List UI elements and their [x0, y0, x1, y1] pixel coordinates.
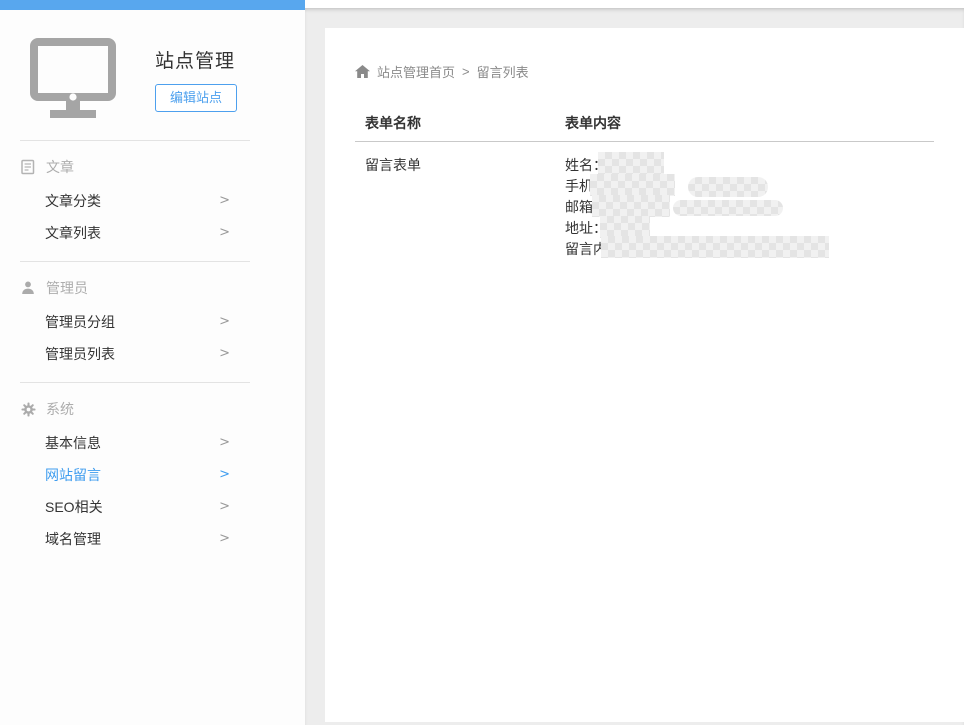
sidebar-item-label: 管理员列表 [45, 346, 115, 362]
content-line-message: 留言内 [565, 239, 934, 260]
sidebar-item-domain[interactable]: 域名管理 > [0, 523, 305, 555]
sidebar-divider [20, 140, 250, 141]
chevron-right-icon: > [219, 306, 230, 338]
sidebar-section-articles: 文章 [20, 155, 305, 179]
section-label: 管理员 [46, 278, 88, 298]
redacted-blob [598, 152, 664, 174]
sidebar-divider [20, 261, 250, 262]
home-icon [355, 65, 370, 78]
message-table: 表单名称 表单内容 留言表单 姓名： 手机： 邮箱： [355, 101, 934, 260]
site-title: 站点管理 [155, 46, 235, 73]
content-line-email: 邮箱： [565, 197, 934, 218]
redacted-blob [688, 177, 768, 197]
form-name-cell: 留言表单 [355, 155, 555, 260]
sidebar-item-admin-groups[interactable]: 管理员分组 > [0, 306, 305, 338]
sidebar-item-label: SEO相关 [45, 499, 103, 515]
sidebar-item-basic-info[interactable]: 基本信息 > [0, 427, 305, 459]
sidebar-item-label: 域名管理 [45, 531, 101, 547]
breadcrumb-current: 留言列表 [477, 62, 529, 81]
article-icon [20, 159, 36, 175]
table-header-row: 表单名称 表单内容 [355, 101, 934, 142]
sidebar-header: 站点管理 编辑站点 [0, 10, 305, 140]
sidebar-item-article-category[interactable]: 文章分类 > [0, 185, 305, 217]
chevron-right-icon: > [219, 523, 230, 555]
sidebar-section-system: 系统 [20, 397, 305, 421]
sidebar-item-label: 文章列表 [45, 225, 101, 241]
redacted-blob [590, 174, 675, 196]
sidebar-section-admin: 管理员 [20, 276, 305, 300]
form-content-cell: 姓名： 手机： 邮箱： 地址： 留言内 [555, 155, 934, 260]
breadcrumb: 站点管理首页 > 留言列表 [355, 62, 934, 81]
chevron-right-icon: > [219, 459, 230, 491]
sidebar-item-label: 文章分类 [45, 193, 101, 209]
content-line-phone: 手机： [565, 176, 934, 197]
chevron-right-icon: > [219, 427, 230, 459]
content-line-name: 姓名： [565, 155, 934, 176]
chevron-right-icon: > [219, 185, 230, 217]
chevron-right-icon: > [219, 217, 230, 249]
redacted-blob [673, 200, 783, 216]
section-label: 文章 [46, 157, 74, 177]
sidebar-item-label: 网站留言 [45, 467, 101, 483]
sidebar-item-label: 基本信息 [45, 435, 101, 451]
sidebar-item-label: 管理员分组 [45, 314, 115, 330]
breadcrumb-home-link[interactable]: 站点管理首页 [377, 62, 455, 81]
chevron-right-icon: > [219, 491, 230, 523]
table-header-form-content: 表单内容 [555, 113, 934, 133]
top-accent-bar [0, 0, 305, 10]
sidebar-item-admin-list[interactable]: 管理员列表 > [0, 338, 305, 370]
gear-icon [20, 402, 36, 417]
edit-site-button[interactable]: 编辑站点 [155, 84, 237, 112]
redacted-blob [601, 236, 829, 258]
sidebar-item-article-list[interactable]: 文章列表 > [0, 217, 305, 249]
table-header-form-name: 表单名称 [355, 113, 555, 133]
sidebar-divider [20, 382, 250, 383]
monitor-icon [30, 38, 116, 125]
table-row: 留言表单 姓名： 手机： 邮箱： 地址： [355, 142, 934, 260]
section-label: 系统 [46, 399, 74, 419]
redacted-blob [592, 195, 670, 217]
sidebar-item-site-messages[interactable]: 网站留言 > [0, 459, 305, 491]
breadcrumb-separator: > [462, 64, 470, 79]
chevron-right-icon: > [219, 338, 230, 370]
redacted-blob [600, 216, 650, 238]
sidebar-item-seo[interactable]: SEO相关 > [0, 491, 305, 523]
sidebar: 站点管理 编辑站点 文章 文章分类 > 文章列表 > 管理员 [0, 10, 305, 725]
admin-user-icon [20, 281, 36, 295]
main-content: 站点管理首页 > 留言列表 表单名称 表单内容 留言表单 姓名： 手机： [325, 28, 964, 722]
